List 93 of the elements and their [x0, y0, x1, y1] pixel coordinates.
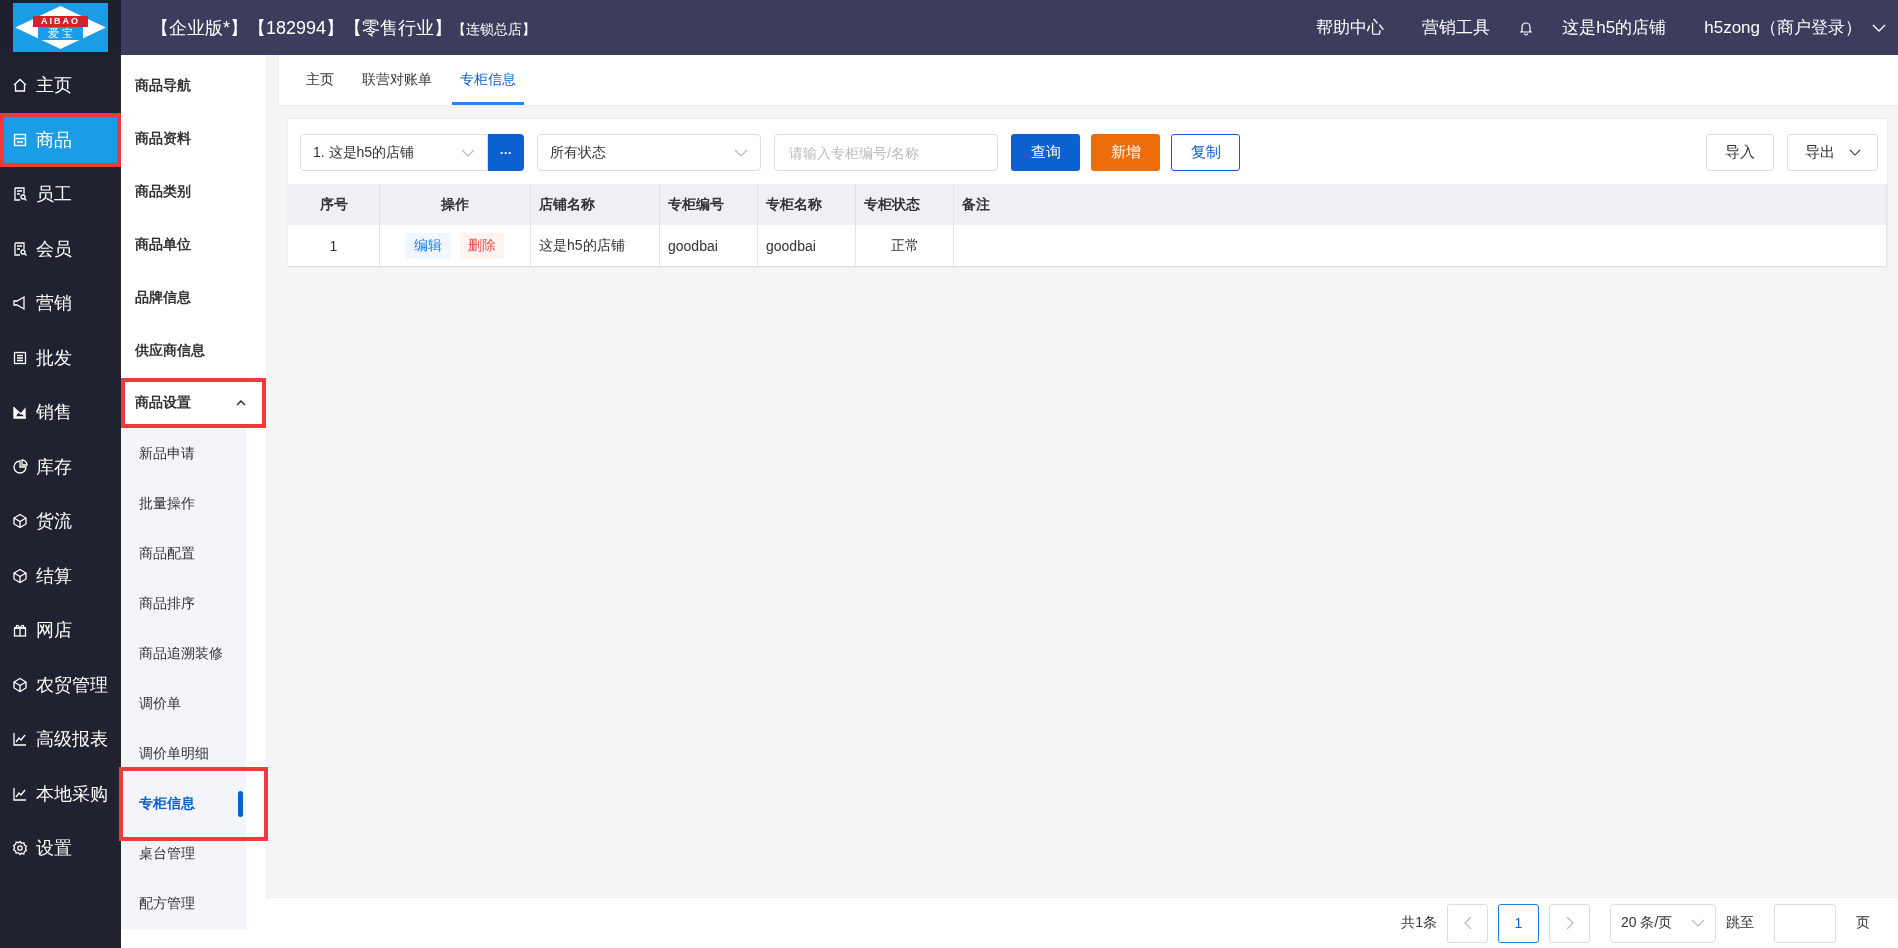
- list-icon: [12, 349, 28, 366]
- gear-icon: [12, 840, 28, 857]
- nav-item[interactable]: 结算: [0, 548, 121, 603]
- nav-item[interactable]: 网店: [0, 603, 121, 658]
- submenu-item[interactable]: 商品导航: [121, 59, 266, 112]
- nav-item[interactable]: 批发: [0, 330, 121, 385]
- table-cell: goodbai: [659, 225, 758, 267]
- column-header: 专柜状态: [855, 184, 954, 225]
- page-unit-label: 页: [1856, 914, 1870, 932]
- previous-page-button[interactable]: [1447, 903, 1488, 943]
- header-link[interactable]: 帮助中心: [1316, 16, 1385, 39]
- nav-item[interactable]: 设置: [0, 821, 121, 876]
- page-number[interactable]: 1: [1498, 903, 1539, 943]
- submenu-item[interactable]: 商品单位: [121, 218, 266, 271]
- column-header: 操作: [379, 184, 531, 225]
- logo-text: AIBAO: [33, 15, 88, 27]
- submenu-item[interactable]: 批量操作: [121, 479, 246, 529]
- nav-item[interactable]: 销售: [0, 385, 121, 440]
- store-type-label: 【连锁总店】: [452, 20, 537, 39]
- total-count: 共1条: [1401, 914, 1437, 932]
- copy-button[interactable]: 复制: [1171, 134, 1240, 171]
- nav-item[interactable]: 会员: [0, 221, 121, 276]
- delete-link[interactable]: 删除: [460, 232, 504, 259]
- store-name-link[interactable]: 这是h5的店铺: [1562, 16, 1667, 39]
- nav-item[interactable]: 营销: [0, 276, 121, 331]
- submenu-item[interactable]: 商品资料: [121, 112, 266, 165]
- page-size-select[interactable]: 20 条/页: [1610, 903, 1716, 943]
- store-select[interactable]: 1. 这是h5的店铺: [300, 134, 488, 171]
- more-button[interactable]: ···: [488, 134, 524, 171]
- bell-icon[interactable]: [1518, 19, 1535, 36]
- active-indicator: [238, 791, 243, 817]
- nav-item[interactable]: 农贸管理: [0, 657, 121, 712]
- doc-icon: [12, 186, 28, 203]
- table-cell: 这是h5的店铺: [530, 225, 660, 267]
- nav-item[interactable]: 主页: [0, 58, 121, 113]
- nav-item[interactable]: 货流: [0, 494, 121, 549]
- column-header: 专柜编号: [659, 184, 758, 225]
- next-page-button[interactable]: [1549, 903, 1590, 943]
- nav-item[interactable]: 员工: [0, 167, 121, 222]
- table-cell: 正常: [855, 225, 954, 267]
- query-button[interactable]: 查询: [1011, 134, 1080, 171]
- cube-icon: [12, 676, 28, 693]
- chevron-down-icon: [1872, 23, 1886, 32]
- edit-link[interactable]: 编辑: [406, 232, 450, 259]
- home-icon: [12, 77, 28, 94]
- column-header: 备注: [953, 184, 1887, 225]
- line-icon: [12, 731, 28, 748]
- nav-item[interactable]: 高级报表: [0, 712, 121, 767]
- submenu-item[interactable]: 品牌信息: [121, 271, 266, 324]
- import-button[interactable]: 导入: [1706, 134, 1774, 171]
- table-cell: 1: [288, 225, 380, 267]
- user-menu[interactable]: h5zong（商户登录）: [1704, 16, 1886, 39]
- caret-icon: [236, 400, 246, 406]
- chevron-right-icon: [1565, 916, 1574, 930]
- gift-icon: [12, 622, 28, 639]
- line-icon: [12, 785, 28, 802]
- column-header: 序号: [288, 184, 380, 225]
- tab[interactable]: 主页: [298, 55, 342, 105]
- submenu-item[interactable]: 商品设置: [121, 378, 266, 428]
- submenu-item[interactable]: 商品类别: [121, 165, 266, 218]
- cube-icon: [12, 567, 28, 584]
- submenu-item[interactable]: 调价单: [121, 679, 246, 729]
- chevron-left-icon: [1463, 916, 1472, 930]
- pie-icon: [12, 458, 28, 475]
- submenu-item[interactable]: 新品申请: [121, 429, 246, 479]
- submenu-item[interactable]: 供应商信息: [121, 324, 266, 377]
- column-header: 店铺名称: [530, 184, 660, 225]
- page-jump-field[interactable]: [1774, 903, 1836, 943]
- table-cell: goodbai: [757, 225, 856, 267]
- tab[interactable]: 联营对账单: [354, 55, 440, 105]
- edition-title: 【企业版*】【182994】【零售行业】: [151, 16, 453, 40]
- export-button[interactable]: 导出: [1787, 134, 1878, 171]
- nav-item[interactable]: 库存: [0, 439, 121, 494]
- doc-icon: [12, 240, 28, 257]
- header-link[interactable]: 营销工具: [1422, 16, 1491, 39]
- submenu-item[interactable]: 商品排序: [121, 579, 246, 629]
- horn-icon: [12, 295, 28, 312]
- jump-label: 跳至: [1726, 914, 1754, 932]
- submenu-item[interactable]: 商品配置: [121, 529, 246, 579]
- status-select[interactable]: 所有状态: [537, 134, 761, 171]
- submenu-item[interactable]: 配方管理: [121, 879, 246, 929]
- chevron-down-icon: [1848, 149, 1861, 156]
- nav-item[interactable]: 本地采购: [0, 766, 121, 821]
- shop-icon: [12, 131, 28, 148]
- search-field[interactable]: 请输入专柜编号/名称: [774, 134, 998, 171]
- cube-icon: [12, 513, 28, 530]
- chevron-down-icon: [1691, 919, 1705, 927]
- column-header: 专柜名称: [757, 184, 856, 225]
- area-icon: [12, 404, 28, 421]
- tab[interactable]: 专柜信息: [452, 55, 524, 105]
- chevron-down-icon: [461, 148, 475, 157]
- chevron-down-icon: [734, 148, 748, 157]
- submenu-item[interactable]: 商品追溯装修: [121, 629, 246, 679]
